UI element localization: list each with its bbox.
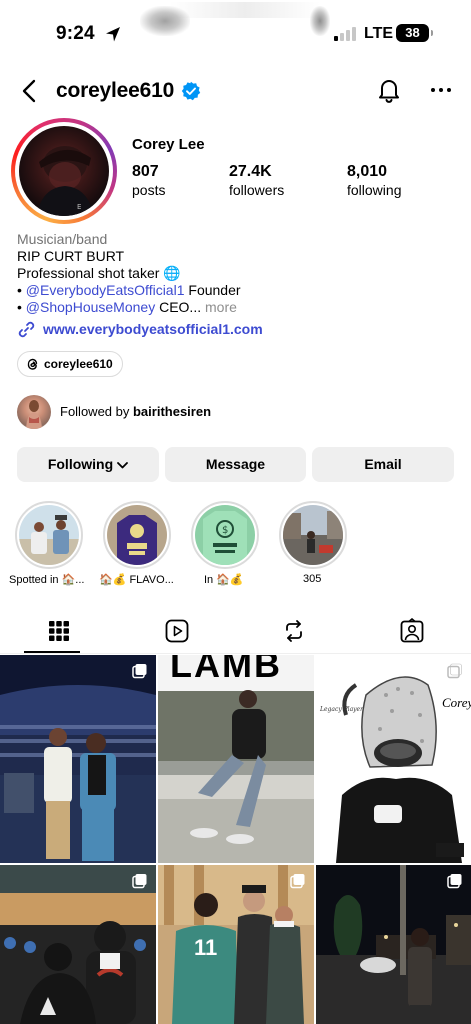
mention-link[interactable]: @EverybodyEatsOfficial1 <box>26 282 185 298</box>
message-button[interactable]: Message <box>165 447 306 482</box>
status-time: 9:24 <box>56 23 95 44</box>
status-bar: 9:24 LTE 38 <box>0 0 471 70</box>
highlight-thumbnail <box>19 505 79 565</box>
bio-line: • @EverybodyEatsOfficial1 Founder <box>17 282 457 299</box>
posts-stat[interactable]: 807 posts <box>132 163 165 198</box>
post-image: Legacy Player <box>316 655 471 863</box>
grid-post[interactable] <box>316 865 471 1024</box>
threads-icon <box>27 358 38 370</box>
network-type: LTE <box>364 25 394 42</box>
highlight-thumbnail <box>283 505 343 565</box>
threads-handle: coreylee610 <box>44 357 113 371</box>
battery-icon: 38 <box>396 24 433 42</box>
avatar: E <box>19 126 109 216</box>
bullet: • <box>17 282 26 298</box>
followed-by-name: bairithesiren <box>132 404 212 419</box>
active-tab-indicator <box>24 651 80 653</box>
grid-post[interactable] <box>0 865 156 1024</box>
link-icon <box>18 321 35 338</box>
followers-label: followers <box>229 182 285 198</box>
grid-icon[interactable] <box>46 618 72 644</box>
followers-stat[interactable]: 27.4K followers <box>229 163 284 198</box>
bio-more-link[interactable]: more <box>201 299 237 315</box>
blurred-area <box>140 6 190 36</box>
profile-tabs <box>0 612 471 654</box>
avatar <box>17 395 51 429</box>
blurred-area <box>170 2 320 18</box>
multiple-posts-icon <box>132 874 147 889</box>
following-button[interactable]: Following <box>17 447 159 482</box>
location-arrow-icon <box>106 27 120 42</box>
multiple-posts-icon <box>447 663 462 679</box>
chevron-down-icon <box>117 461 129 469</box>
followers-count: 27.4K <box>229 163 272 180</box>
bio-line: Professional shot taker 🌐 <box>17 265 181 281</box>
blurred-area <box>310 6 330 36</box>
posts-label: posts <box>132 182 166 198</box>
highlight-thumbnail: $ <box>195 505 255 565</box>
following-button-label: Following <box>47 456 114 472</box>
bullet: • <box>17 299 26 315</box>
svg-text:E: E <box>77 203 81 211</box>
post-overlay-text: LAMB <box>170 655 282 685</box>
post-overlay-text: Corey <box>442 695 471 710</box>
grid-post[interactable]: LAMB <box>158 655 314 863</box>
verified-badge-icon <box>181 81 201 101</box>
page-title: coreylee610 <box>56 79 175 102</box>
following-count: 8,010 <box>347 163 388 180</box>
avatar-photo: E <box>37 146 93 216</box>
grid-post[interactable] <box>0 655 156 863</box>
grid-post[interactable]: Legacy Player Corey <box>316 655 471 863</box>
svg-text:$: $ <box>222 525 228 536</box>
threads-badge[interactable]: coreylee610 <box>17 351 123 377</box>
multiple-posts-icon <box>290 874 305 889</box>
highlight-caption: 305 <box>303 573 322 585</box>
follower-avatar-photo <box>26 400 42 429</box>
following-stat[interactable]: 8,010 following <box>347 163 401 198</box>
multiple-posts-icon <box>447 874 462 889</box>
highlight-caption: 🏠💰 FLAVO... <box>99 574 174 586</box>
notification-bell-icon[interactable] <box>376 76 402 104</box>
reposts-icon[interactable] <box>281 618 307 644</box>
multiple-posts-icon <box>132 664 147 679</box>
website-url: www.everybodyeatsofficial1.com <box>43 321 263 337</box>
following-label: following <box>347 182 402 198</box>
bio-line: RIP CURT BURT <box>17 248 125 264</box>
grid-post[interactable]: 11 <box>158 865 314 1024</box>
highlight-thumbnail <box>107 505 167 565</box>
svg-text:Legacy Player: Legacy Player <box>319 706 364 713</box>
mention-link[interactable]: @ShopHouseMoney <box>26 299 155 315</box>
posts-grid: LAMB Legacy Player Corey 11 <box>0 655 471 1024</box>
followed-by-prefix: Followed by <box>60 404 133 419</box>
highlight-caption: In 🏠💰 <box>204 574 244 586</box>
back-arrow-icon[interactable] <box>18 78 42 104</box>
profile-avatar[interactable]: E <box>11 118 117 224</box>
cell-signal-icon <box>334 27 356 41</box>
tagged-icon[interactable] <box>399 618 425 644</box>
more-options-icon[interactable] <box>428 82 454 98</box>
profile-header: coreylee610 <box>0 70 471 114</box>
bio-text: CEO... <box>155 299 202 315</box>
post-image <box>0 655 156 863</box>
followed-by-text: Followed by bairithesiren <box>60 404 211 419</box>
email-button[interactable]: Email <box>312 447 454 482</box>
bio-line: • @ShopHouseMoney CEO... more <box>17 299 457 316</box>
posts-count: 807 <box>132 163 159 180</box>
post-image <box>158 655 314 863</box>
profile-category: Musician/band <box>17 231 108 247</box>
highlight-caption: Spotted in 🏠... <box>9 574 85 586</box>
reels-icon[interactable] <box>164 618 190 644</box>
post-overlay-text: 11 <box>194 935 218 960</box>
bio-text: Founder <box>184 282 241 298</box>
profile-display-name: Corey Lee <box>132 136 205 153</box>
